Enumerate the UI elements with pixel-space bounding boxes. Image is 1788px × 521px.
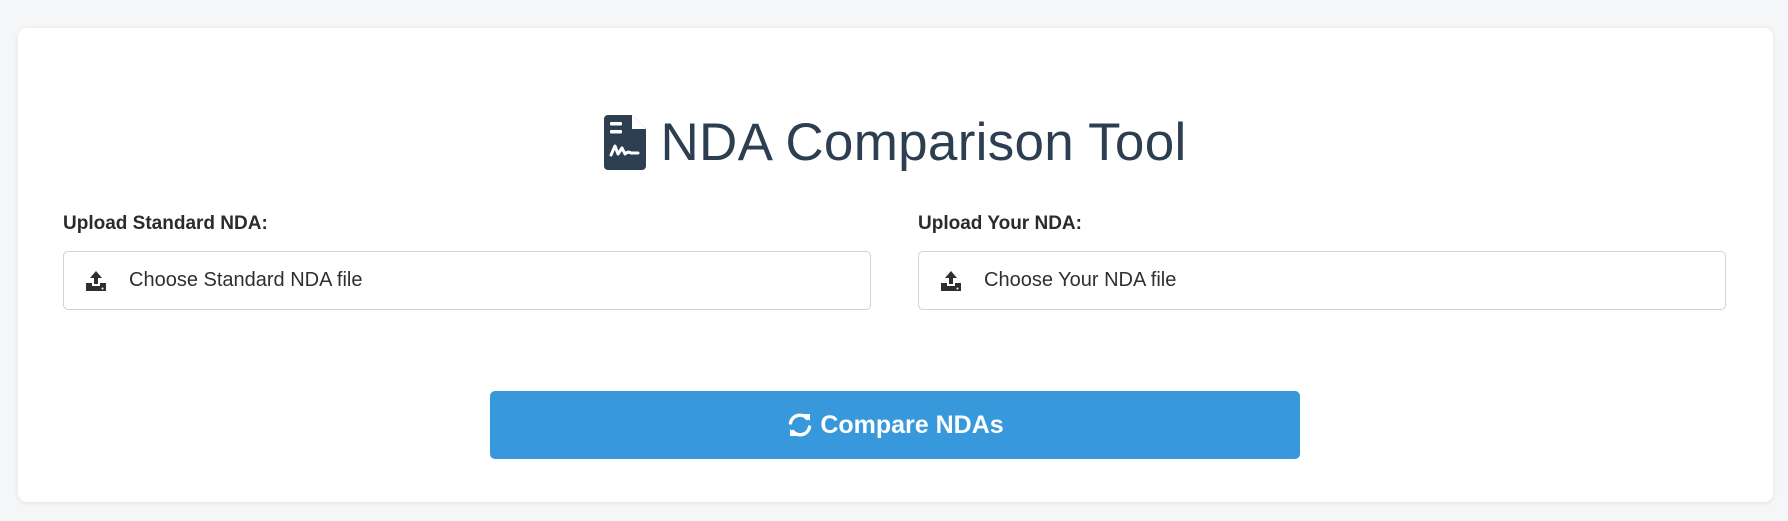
- standard-nda-file-input[interactable]: Choose Standard NDA file: [63, 251, 871, 310]
- upload-icon: [941, 270, 961, 291]
- standard-nda-label: Upload Standard NDA:: [63, 213, 268, 234]
- main-card: NDA Comparison Tool Upload Standard NDA:…: [18, 28, 1773, 502]
- compare-ndas-button[interactable]: Compare NDAs: [490, 391, 1300, 459]
- upload-icon: [86, 270, 106, 291]
- page-header: NDA Comparison Tool: [18, 102, 1773, 182]
- file-contract-icon: [604, 114, 647, 170]
- your-nda-file-text: Choose Your NDA file: [984, 269, 1177, 291]
- page-title: NDA Comparison Tool: [660, 112, 1187, 172]
- standard-nda-upload: Upload Standard NDA: Choose Standard NDA…: [63, 210, 873, 310]
- your-nda-label: Upload Your NDA:: [918, 213, 1082, 234]
- your-nda-file-input[interactable]: Choose Your NDA file: [918, 251, 1726, 310]
- standard-nda-file-text: Choose Standard NDA file: [129, 269, 363, 291]
- compare-button-label: Compare NDAs: [820, 410, 1004, 439]
- your-nda-upload: Upload Your NDA: Choose Your NDA file: [918, 210, 1728, 310]
- sync-icon: [789, 413, 812, 437]
